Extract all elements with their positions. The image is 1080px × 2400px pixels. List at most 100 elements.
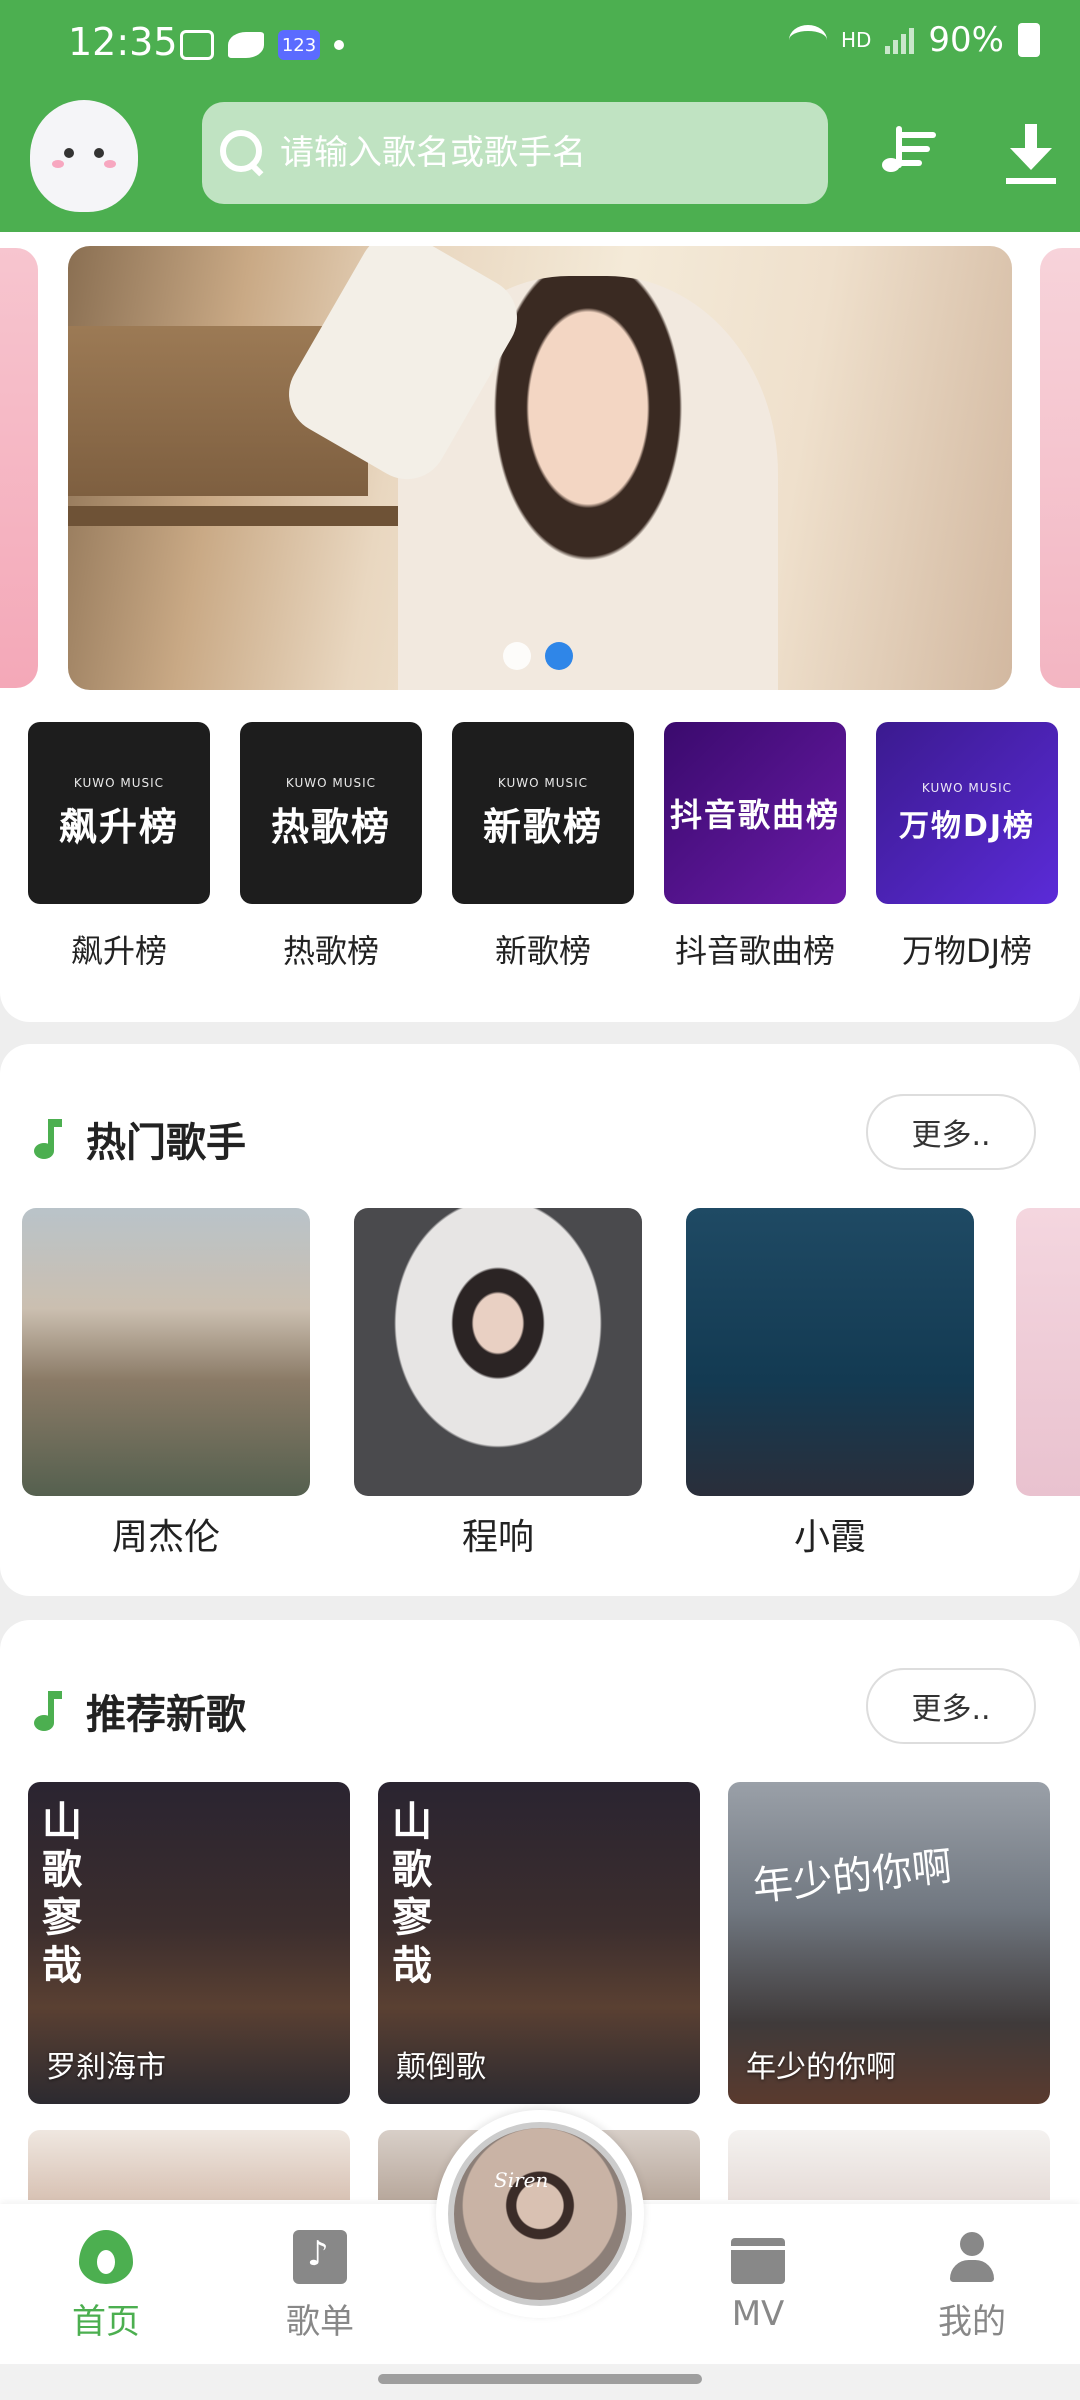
chart-shortcuts: KUWO MUSIC 飙升榜 飙升榜 KUWO MUSIC 热歌榜 热歌榜 KU…	[28, 722, 1058, 972]
singer-name: 小霞	[793, 1517, 866, 1558]
banner-dot	[503, 642, 531, 670]
battery-icon	[1018, 23, 1040, 57]
status-right: HD 90%	[788, 20, 1040, 60]
song-cover-art-text: 山歌寥哉	[392, 1798, 432, 1989]
section-title: 推荐新歌	[32, 1682, 246, 1740]
chart-brand: KUWO MUSIC	[285, 775, 377, 790]
disc-art-text: Siren	[494, 2168, 549, 2192]
banner-carousel[interactable]	[68, 246, 1012, 690]
singer-list: 周杰伦 程响 小霞	[22, 1208, 974, 1560]
chart-item-douyin[interactable]: 抖音歌曲榜 抖音歌曲榜	[664, 722, 846, 972]
song-title: 年少的你啊	[746, 2050, 896, 2085]
search-bar[interactable]	[202, 102, 828, 204]
chart-label: 热歌榜	[282, 932, 379, 970]
section-title-text: 热门歌手	[86, 1120, 246, 1166]
chart-cover-text: 万物DJ榜	[898, 809, 1036, 844]
avatar-cheek-right	[104, 160, 116, 168]
singer-card-peek[interactable]	[1016, 1208, 1080, 1496]
chart-item-dj[interactable]: KUWO MUSIC 万物DJ榜 万物DJ榜	[876, 722, 1058, 972]
song-card[interactable]: 山歌寥哉 罗刹海市	[28, 1782, 350, 2104]
now-playing-disc[interactable]: Siren	[436, 2110, 644, 2318]
singers-more-button[interactable]: 更多..	[866, 1094, 1036, 1170]
status-time: 12:35	[68, 20, 178, 64]
status-bar: 12:35 123 HD 90%	[0, 0, 1080, 90]
music-note-icon	[32, 1119, 62, 1159]
search-input[interactable]	[280, 133, 800, 173]
search-icon[interactable]	[218, 128, 268, 178]
chart-label: 抖音歌曲榜	[674, 932, 835, 970]
singer-name: 程响	[461, 1517, 534, 1558]
singer-name: 周杰伦	[111, 1517, 220, 1558]
nav-label: 歌单	[286, 2302, 354, 2342]
banner-dot-active	[545, 642, 573, 670]
song-card[interactable]: 年少的你啊 年少的你啊	[728, 1782, 1050, 2104]
chart-cover: KUWO MUSIC 万物DJ榜	[876, 722, 1058, 904]
home-flame-icon	[79, 2230, 133, 2284]
singer-photo	[686, 1208, 974, 1496]
section-title-text: 推荐新歌	[86, 1692, 246, 1738]
avatar-eye-right	[94, 148, 104, 158]
gallery-notification-icon	[180, 30, 214, 60]
singer-card[interactable]: 程响	[354, 1208, 642, 1560]
chart-brand: KUWO MUSIC	[921, 781, 1013, 795]
nav-mv[interactable]: MV	[678, 2230, 838, 2334]
banner-shelf-edge	[68, 506, 428, 526]
download-icon[interactable]	[1006, 122, 1068, 184]
songs-more-button[interactable]: 更多..	[866, 1668, 1036, 1744]
chart-cover-text: 热歌榜	[270, 804, 391, 849]
chart-cover-text: 飙升榜	[58, 804, 179, 849]
more-notifications-dot	[334, 40, 344, 50]
banner-next-peek[interactable]	[1040, 248, 1080, 688]
chart-cover: 抖音歌曲榜	[664, 722, 846, 904]
song-card-partial[interactable]	[28, 2130, 350, 2200]
chart-item-hot[interactable]: KUWO MUSIC 热歌榜 热歌榜	[240, 722, 422, 972]
avatar-eye-left	[64, 148, 74, 158]
nav-label: 我的	[938, 2302, 1006, 2342]
song-title: 颠倒歌	[396, 2050, 486, 2085]
home-gesture-bar[interactable]	[378, 2374, 702, 2384]
section-title: 热门歌手	[32, 1110, 246, 1168]
singer-card[interactable]: 小霞	[686, 1208, 974, 1560]
app-header: 12:35 123 HD 90%	[0, 0, 1080, 232]
new-song-list: 山歌寥哉 罗刹海市 山歌寥哉 颠倒歌 年少的你啊 年少的你啊	[28, 1782, 1050, 2104]
app-123-icon: 123	[278, 30, 320, 60]
banner-indicator	[503, 642, 573, 670]
avatar-cheek-left	[52, 160, 64, 168]
chart-brand: KUWO MUSIC	[497, 775, 589, 790]
nav-songlist[interactable]: 歌单	[240, 2230, 400, 2343]
songlist-icon	[293, 2230, 347, 2284]
network-type: HD	[840, 28, 872, 52]
song-cover-art-text: 年少的你啊	[750, 1843, 955, 1911]
chart-brand: KUWO MUSIC	[73, 775, 165, 790]
profile-icon	[945, 2230, 999, 2284]
song-title: 罗刹海市	[46, 2050, 166, 2085]
singer-photo	[22, 1208, 310, 1496]
music-note-icon	[32, 1691, 62, 1731]
chart-cover: KUWO MUSIC 新歌榜	[452, 722, 634, 904]
user-avatar[interactable]	[30, 100, 138, 212]
battery-percent: 90%	[928, 20, 1004, 60]
signal-icon	[885, 26, 915, 54]
nav-label: MV	[731, 2294, 785, 2334]
album-disc-art: Siren	[448, 2122, 632, 2306]
nav-home[interactable]: 首页	[26, 2230, 186, 2343]
chart-cover-text: 新歌榜	[482, 804, 603, 849]
leaf-notification-icon	[228, 32, 264, 58]
song-cover-art-text: 山歌寥哉	[42, 1798, 82, 1989]
chart-cover-text: 抖音歌曲榜	[669, 796, 840, 834]
chart-label: 飙升榜	[70, 932, 167, 970]
song-card-partial[interactable]	[728, 2130, 1050, 2200]
wifi-icon	[788, 25, 827, 55]
chart-item-new[interactable]: KUWO MUSIC 新歌榜 新歌榜	[452, 722, 634, 972]
banner-prev-peek[interactable]	[0, 248, 38, 688]
chart-item-soaring[interactable]: KUWO MUSIC 飙升榜 飙升榜	[28, 722, 210, 972]
singer-photo	[354, 1208, 642, 1496]
nav-me[interactable]: 我的	[892, 2230, 1052, 2343]
singer-card[interactable]: 周杰伦	[22, 1208, 310, 1560]
playlist-icon[interactable]	[882, 122, 958, 184]
song-card[interactable]: 山歌寥哉 颠倒歌	[378, 1782, 700, 2104]
chart-label: 万物DJ榜	[901, 932, 1033, 970]
chart-cover: KUWO MUSIC 热歌榜	[240, 722, 422, 904]
chart-label: 新歌榜	[494, 932, 591, 970]
chart-cover: KUWO MUSIC 飙升榜	[28, 722, 210, 904]
